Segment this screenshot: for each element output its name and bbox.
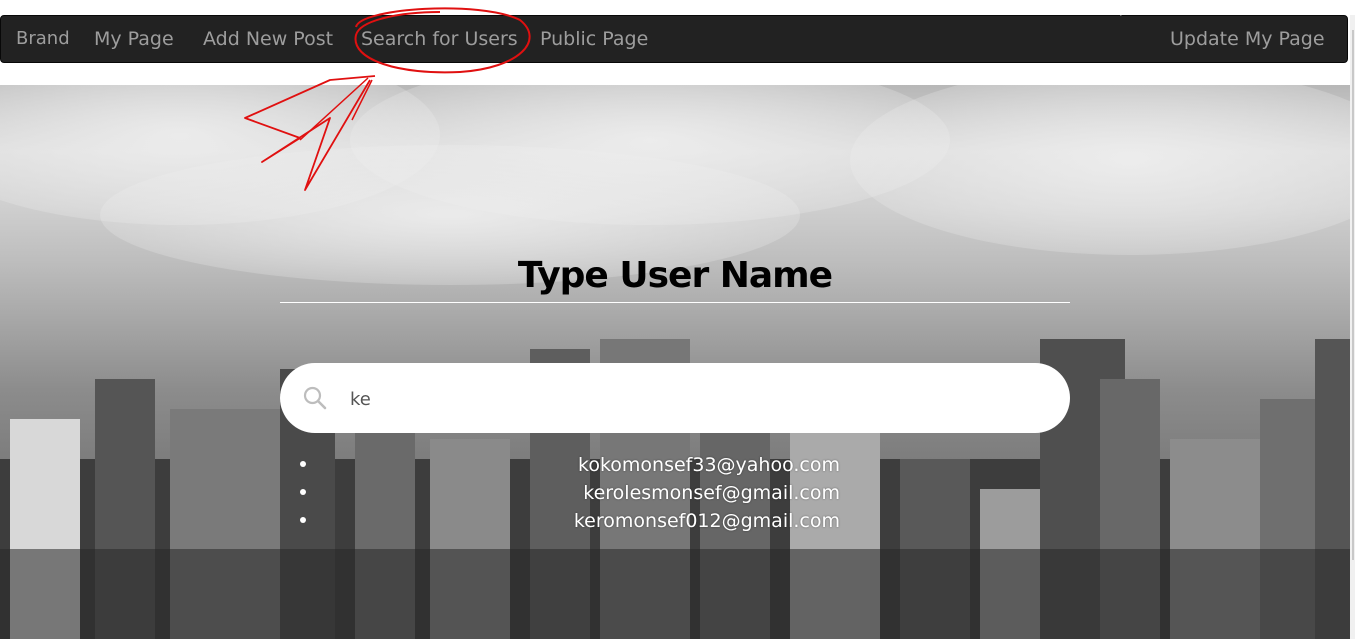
search-input[interactable] (348, 381, 1042, 417)
bullet-icon (300, 461, 306, 467)
list-item: kokomonsef33@yahoo.com (300, 451, 840, 479)
search-box[interactable] (280, 363, 1070, 433)
result-email[interactable]: keromonsef012@gmail.com (574, 510, 840, 532)
list-item: keromonsef012@gmail.com (300, 507, 840, 535)
scrollbar-thumb[interactable] (1352, 30, 1354, 560)
nav-update-my-page[interactable]: Update My Page (1170, 28, 1325, 50)
page-title: Type User Name (517, 255, 833, 296)
city-background (0, 85, 1350, 639)
search-icon (302, 385, 328, 411)
nav-brand[interactable]: Brand (16, 28, 70, 49)
more-option-label[interactable]: More Option (1076, 1, 1148, 16)
bullet-icon (300, 517, 306, 523)
title-divider (280, 302, 1070, 303)
nav-public-page[interactable]: Public Page (540, 28, 648, 50)
search-results-list: kokomonsef33@yahoo.com kerolesmonsef@gma… (300, 451, 840, 535)
nav-my-page[interactable]: My Page (94, 28, 174, 50)
list-item: kerolesmonsef@gmail.com (300, 479, 840, 507)
result-email[interactable]: kerolesmonsef@gmail.com (583, 482, 840, 504)
bullet-icon (300, 489, 306, 495)
nav-search-for-users[interactable]: Search for Users (361, 28, 518, 50)
result-email[interactable]: kokomonsef33@yahoo.com (578, 454, 840, 476)
nav-add-new-post[interactable]: Add New Post (203, 28, 333, 50)
top-navbar: Brand My Page Add New Post Search for Us… (0, 15, 1348, 63)
